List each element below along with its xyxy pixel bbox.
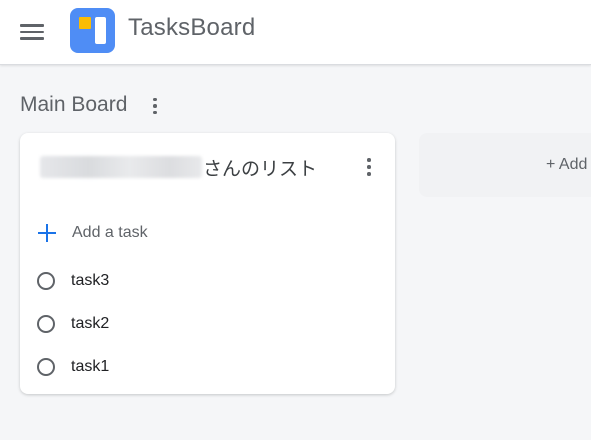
app-title: TasksBoard xyxy=(128,14,256,41)
app-bar: TasksBoard xyxy=(0,0,591,65)
list-title-container[interactable]: さんのリスト xyxy=(40,155,318,180)
add-list-button[interactable]: + Add xyxy=(419,133,591,197)
board-more-icon[interactable] xyxy=(148,95,162,117)
task-label[interactable]: task2 xyxy=(71,315,109,333)
board-title[interactable]: Main Board xyxy=(20,93,127,117)
task-label[interactable]: task1 xyxy=(71,358,109,376)
hamburger-menu-icon[interactable] xyxy=(20,19,46,45)
circle-checkbox-icon[interactable] xyxy=(37,358,55,376)
plus-icon xyxy=(38,224,56,242)
task-list-card: さんのリスト Add a task task3 task2 task1 xyxy=(20,133,395,394)
add-task-button[interactable]: Add a task xyxy=(38,220,148,246)
add-task-label: Add a task xyxy=(72,224,148,241)
task-item[interactable]: task3 xyxy=(37,269,109,293)
redacted-user-name xyxy=(40,156,202,178)
circle-checkbox-icon[interactable] xyxy=(37,315,55,333)
add-list-label: + Add xyxy=(546,156,588,173)
circle-checkbox-icon[interactable] xyxy=(37,272,55,290)
task-label[interactable]: task3 xyxy=(71,272,109,290)
list-title: さんのリスト xyxy=(203,158,318,180)
tasksboard-logo[interactable] xyxy=(70,8,115,53)
task-item[interactable]: task1 xyxy=(37,355,109,379)
task-item[interactable]: task2 xyxy=(37,312,109,336)
list-more-icon[interactable] xyxy=(362,155,376,179)
